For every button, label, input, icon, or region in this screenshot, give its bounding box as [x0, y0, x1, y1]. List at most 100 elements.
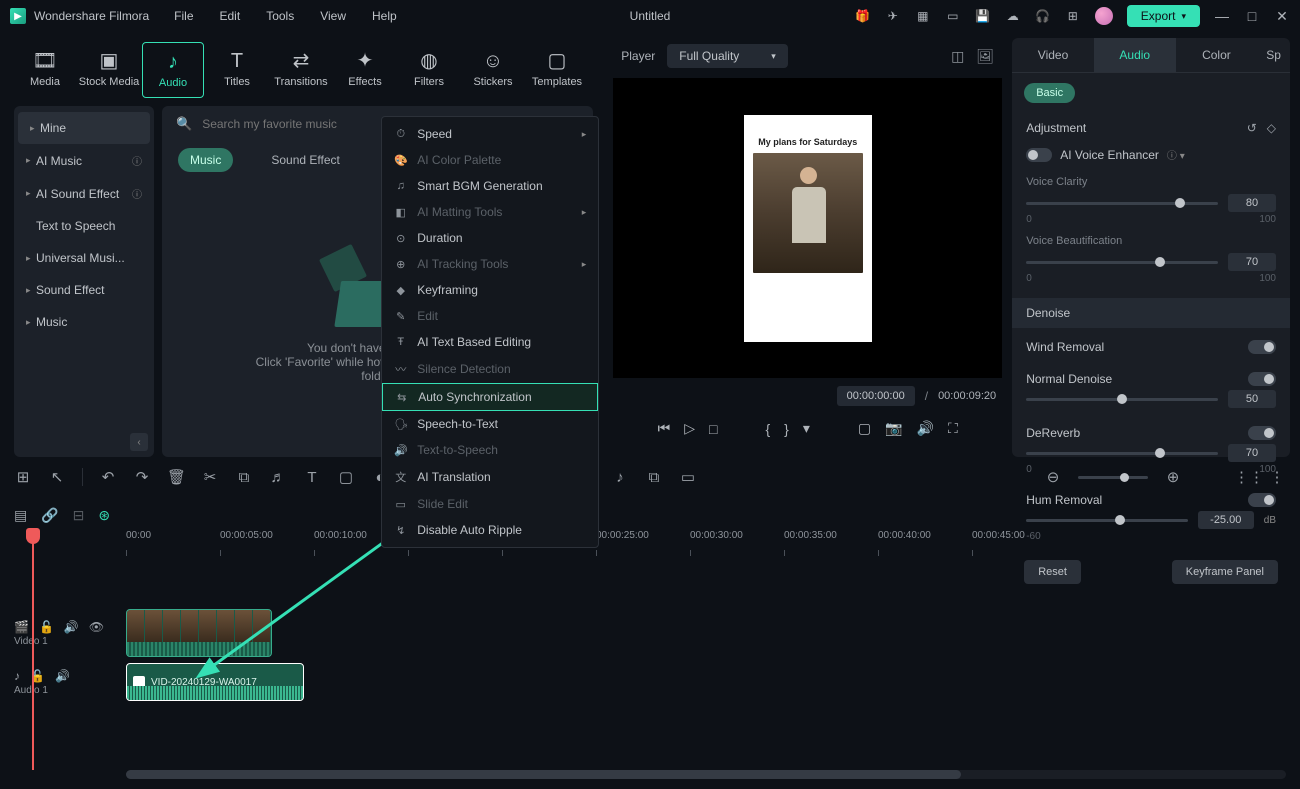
tab-media[interactable]: 🎞Media [14, 42, 76, 98]
normal-denoise-toggle[interactable] [1248, 372, 1276, 386]
hum-removal-toggle[interactable] [1248, 493, 1276, 507]
split-button[interactable]: ✂ [201, 468, 219, 486]
gift-icon[interactable]: 🎁 [855, 8, 871, 24]
tab-filters[interactable]: ◍Filters [398, 42, 460, 98]
tab-stock-media[interactable]: ▣Stock Media [78, 42, 140, 98]
menu-tools[interactable]: Tools [266, 9, 294, 23]
zoom-in-button[interactable]: ⊕ [1164, 468, 1182, 486]
tab-effects[interactable]: ✦Effects [334, 42, 396, 98]
timeline-scrollbar[interactable] [126, 770, 1286, 779]
stop-button[interactable]: □ [709, 421, 717, 437]
maximize-button[interactable]: □ [1244, 8, 1260, 24]
ctx-keyframing[interactable]: ◆Keyframing [382, 277, 598, 303]
display-button[interactable]: ▢ [858, 420, 871, 437]
normal-denoise-slider[interactable] [1026, 398, 1218, 401]
menu-view[interactable]: View [320, 9, 346, 23]
timeline-ruler[interactable]: 00:0000:00:05:00 00:00:10:0000:00:15:00 … [126, 530, 1286, 556]
export-button[interactable]: Export▾ [1127, 5, 1200, 27]
undo-button[interactable]: ↶ [99, 468, 117, 486]
sidebar-item-ai-music[interactable]: ▸AI Musicⓘ [14, 144, 154, 177]
dereverb-toggle[interactable] [1248, 426, 1276, 440]
reset-icon[interactable]: ↺ [1247, 121, 1257, 135]
tool-grip-icon[interactable]: ⋮⋮ [1234, 468, 1252, 486]
basic-chip[interactable]: Basic [1024, 83, 1075, 103]
rtab-video[interactable]: Video [1012, 38, 1094, 72]
send-icon[interactable]: ✈ [885, 8, 901, 24]
tool-select-icon[interactable]: ⊞ [14, 468, 32, 486]
sidebar-item-text-to-speech[interactable]: Text to Speech [14, 210, 154, 242]
keyframe-icon[interactable]: ◇ [1267, 121, 1276, 135]
playhead[interactable] [32, 530, 34, 770]
tool-audio-icon[interactable]: ♪ [611, 469, 629, 486]
sidebar-item-mine[interactable]: ▸Mine [18, 112, 150, 144]
ctx-duration[interactable]: ⊙Duration [382, 225, 598, 251]
zoom-slider[interactable] [1078, 476, 1148, 479]
quality-select[interactable]: Full Quality▾ [667, 44, 788, 68]
ctx-speech-to-text[interactable]: 🗣Speech-to-Text [382, 411, 598, 437]
subtab-sound-effect[interactable]: Sound Effect [259, 148, 352, 172]
track-video-icon[interactable]: 🎬 [14, 620, 29, 634]
tab-stickers[interactable]: ☺Stickers [462, 42, 524, 98]
sidebar-item-universal-music[interactable]: ▸Universal Musi... [14, 242, 154, 274]
snapshot-button[interactable]: 📷 [885, 420, 902, 437]
sidebar-item-ai-sound-effect[interactable]: ▸AI Sound Effectⓘ [14, 177, 154, 210]
wind-removal-toggle[interactable] [1248, 340, 1276, 354]
dereverb-slider[interactable] [1026, 452, 1218, 455]
subtab-music[interactable]: Music [178, 148, 233, 172]
rtab-more[interactable]: Sp [1257, 38, 1290, 72]
menu-help[interactable]: Help [372, 9, 397, 23]
picture-icon[interactable]: 🖼 [976, 48, 994, 65]
music-button[interactable]: ♬ [269, 469, 287, 486]
voice-beaut-slider[interactable] [1026, 261, 1218, 264]
tool-link-icon[interactable]: ⧉ [645, 469, 663, 486]
ctx-ai-text-editing[interactable]: ŦAI Text Based Editing [382, 329, 598, 355]
delete-button[interactable]: 🗑 [167, 468, 185, 486]
tab-templates[interactable]: ▢Templates [526, 42, 588, 98]
play-button[interactable]: ▷ [684, 420, 695, 437]
redo-button[interactable]: ↷ [133, 468, 151, 486]
screen-icon[interactable]: ▭ [945, 8, 961, 24]
sidebar-item-sound-effect[interactable]: ▸Sound Effect [14, 274, 154, 306]
zoom-out-button[interactable]: ⊖ [1044, 468, 1062, 486]
mark-out-button[interactable]: } [784, 421, 789, 437]
video-clip[interactable] [126, 609, 272, 657]
rtab-color[interactable]: Color [1176, 38, 1258, 72]
mark-in-button[interactable]: { [765, 421, 770, 437]
voice-clarity-slider[interactable] [1026, 202, 1218, 205]
tab-titles[interactable]: TTitles [206, 42, 268, 98]
tl-link-icon[interactable]: 🔗 [41, 507, 58, 524]
close-button[interactable]: ✕ [1274, 8, 1290, 25]
apps-icon[interactable]: ⊞ [1065, 8, 1081, 24]
sidebar-item-music[interactable]: ▸Music [14, 306, 154, 338]
save-icon[interactable]: 💾 [975, 8, 991, 24]
ctx-disable-auto-ripple[interactable]: ↯Disable Auto Ripple [382, 517, 598, 543]
track-mute-icon[interactable]: 🔊 [55, 669, 70, 683]
ctx-ai-translation[interactable]: 文AI Translation [382, 463, 598, 491]
headset-icon[interactable]: 🎧 [1035, 8, 1051, 24]
tl-layers-icon[interactable]: ▤ [14, 507, 27, 524]
menu-file[interactable]: File [174, 9, 193, 23]
grid-icon[interactable]: ▦ [915, 8, 931, 24]
tl-magnet-icon[interactable]: ⊟ [73, 507, 85, 524]
collapse-sidebar-button[interactable]: ‹ [130, 433, 148, 451]
track-mute-icon[interactable]: 🔊 [64, 620, 79, 634]
tab-transitions[interactable]: ⇄Transitions [270, 42, 332, 98]
tool-caption-icon[interactable]: ▭ [679, 468, 697, 486]
frame-button[interactable]: ▢ [337, 468, 355, 486]
voice-enhancer-toggle[interactable] [1026, 148, 1052, 162]
marker-button[interactable]: ▾ [803, 420, 810, 437]
volume-button[interactable]: 🔊 [917, 420, 934, 437]
ctx-auto-sync[interactable]: ⇆Auto Synchronization [382, 383, 598, 411]
prev-frame-button[interactable]: ⏮ [658, 420, 671, 437]
menu-edit[interactable]: Edit [220, 9, 241, 23]
tool-more-icon[interactable]: ⋮ [1268, 468, 1286, 486]
ctx-smart-bgm[interactable]: ♫Smart BGM Generation [382, 173, 598, 199]
track-eye-icon[interactable]: 👁 [89, 620, 104, 634]
compare-icon[interactable]: ◫ [951, 48, 964, 65]
tab-audio[interactable]: ♪Audio [142, 42, 204, 98]
avatar[interactable] [1095, 7, 1113, 25]
rtab-audio[interactable]: Audio [1094, 38, 1176, 72]
hum-removal-slider[interactable] [1026, 519, 1188, 522]
crop-button[interactable]: ⧉ [235, 469, 253, 486]
track-audio-icon[interactable]: ♪ [14, 669, 20, 683]
